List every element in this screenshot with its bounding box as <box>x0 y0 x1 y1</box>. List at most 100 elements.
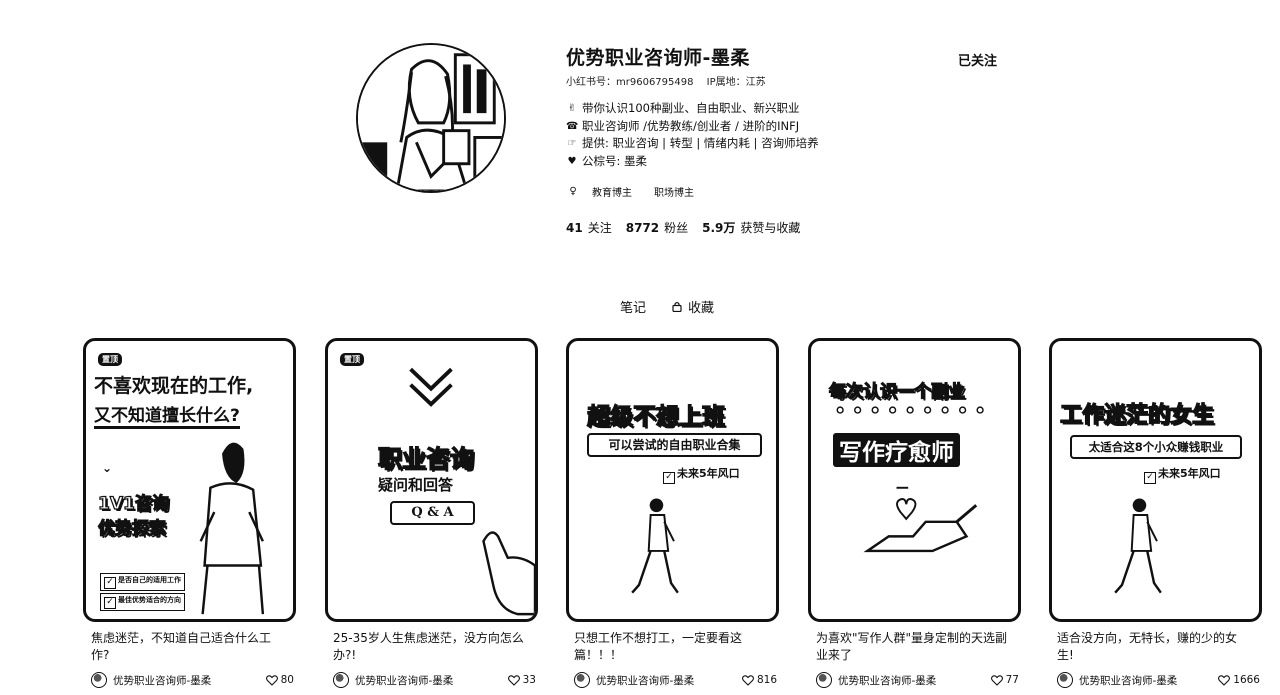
bio-line: ☎ 职业咨询师 /优势教练/创业者 / 进阶的INFJ <box>566 118 819 136</box>
note-cover[interactable]: 工作迷茫的女生 太适合这8个小众赚钱职业 ✓ 未来5年风口 <box>1049 338 1262 622</box>
like-count: 80 <box>280 674 294 686</box>
heart-icon <box>507 674 520 686</box>
note-card[interactable]: 置顶 职业咨询 疑问和回答 Q & A 25-35岁人生焦虑迷茫，没方向怎么办?… <box>325 338 538 688</box>
cover-tagline: ✓ 未来5年风口 <box>663 465 740 484</box>
note-cover[interactable]: 每次认识一个副业 写作疗愈师 <box>808 338 1021 622</box>
note-card[interactable]: 每次认识一个副业 写作疗愈师 为喜欢"写作人群"量身定制的天选副业来了 优势职业… <box>808 338 1021 688</box>
cover-headline: 不喜欢现在的工作, <box>94 375 254 397</box>
like-count: 33 <box>522 674 536 686</box>
cover-checklist-item: ✓ 是否自己的适用工作 <box>100 573 185 591</box>
avatar-illustration <box>358 45 504 191</box>
tagline-text: 未来5年风口 <box>677 467 740 480</box>
note-title[interactable]: 25-35岁人生焦虑迷茫，没方向怎么办?! <box>325 630 538 664</box>
cover-subheadline: 疑问和回答 <box>378 476 454 494</box>
note-title[interactable]: 适合没方向，无特长，赚的少的女生! <box>1049 630 1262 664</box>
like-button[interactable]: 80 <box>265 674 294 686</box>
cover-checklist-item: ✓ 最佳优势适合的方向 <box>100 593 185 611</box>
author-avatar[interactable] <box>91 672 107 688</box>
profile-meta: 小红书号：mr9606795498 IP属地：江苏 <box>566 73 766 88</box>
stat-label: 粉丝 <box>664 221 689 235</box>
heart-icon <box>990 674 1003 686</box>
like-button[interactable]: 1666 <box>1218 674 1260 686</box>
author-name[interactable]: 优势职业咨询师-墨柔 <box>596 673 742 688</box>
checkbox-icon: ✓ <box>104 597 116 609</box>
like-count: 1666 <box>1233 674 1260 686</box>
tab-notes[interactable]: 笔记 <box>620 297 646 316</box>
checkbox-icon: ✓ <box>1144 472 1156 484</box>
profile-bio: ✌ 带你认识100种副业、自由职业、新兴职业 ☎ 职业咨询师 /优势教练/创业者… <box>566 100 819 170</box>
author-name[interactable]: 优势职业咨询师-墨柔 <box>1079 673 1218 688</box>
cover-headline: 工作迷茫的女生 <box>1059 402 1215 428</box>
cover-subheadline: 优势探索 <box>97 518 166 539</box>
profile-stats: 41 关注 8772 粉丝 5.9万 获赞与收藏 <box>566 219 814 236</box>
double-chevron-icon: ⌄ <box>102 461 113 475</box>
stat-following[interactable]: 41 关注 <box>566 219 612 236</box>
cover-headline: 超级不想上班 <box>586 403 725 430</box>
note-title[interactable]: 只想工作不想打工，一定要看这篇！！！ <box>566 630 779 664</box>
like-button[interactable]: 33 <box>507 674 536 686</box>
profile-tags: ♀ 教育博主 职场博主 <box>566 184 716 199</box>
profile-avatar[interactable] <box>356 43 506 193</box>
checklist-text: 是否自己的适用工作 <box>118 576 181 584</box>
heart-icon: ♥ <box>567 155 577 167</box>
bio-text: 职业咨询师 /优势教练/创业者 / 进阶的INFJ <box>582 118 800 133</box>
phone-icon: ☎ <box>566 120 579 132</box>
bio-text: 提供: 职业咨询 | 转型 | 情绪内耗 | 咨询师培养 <box>582 136 819 150</box>
note-card[interactable]: 置顶 不喜欢现在的工作, 又不知道擅长什么? ⌄ 1V1咨询 优势探索 ✓ 是否自… <box>83 338 296 688</box>
author-name[interactable]: 优势职业咨询师-墨柔 <box>355 673 508 688</box>
tag-education-blogger[interactable]: 教育博主 <box>592 184 632 199</box>
author-name[interactable]: 优势职业咨询师-墨柔 <box>838 673 991 688</box>
like-button[interactable]: 77 <box>990 674 1019 686</box>
note-card[interactable]: 超级不想上班 可以尝试的自由职业合集 ✓ 未来5年风口 只想工作不想打工，一定要看… <box>566 338 779 688</box>
bio-text: 公棕号: 墨柔 <box>582 153 648 168</box>
content-tabs: 笔记 收藏 <box>620 297 714 316</box>
cover-headline: 每次认识一个副业 <box>828 381 965 402</box>
cover-subheadline: 太适合这8个小众赚钱职业 <box>1070 435 1242 459</box>
checkbox-icon: ✓ <box>663 472 675 484</box>
note-footer: 优势职业咨询师-墨柔 77 <box>808 672 1021 688</box>
bio-line: ✌ 带你认识100种副业、自由职业、新兴职业 <box>566 100 819 118</box>
bio-line: ☞ 提供: 职业咨询 | 转型 | 情绪内耗 | 咨询师培养 <box>566 135 819 153</box>
stat-label: 获赞与收藏 <box>740 221 801 235</box>
tag-workplace-blogger[interactable]: 职场博主 <box>654 184 694 199</box>
cover-qa-box: Q & A <box>390 501 475 525</box>
cover-subheadline: 可以尝试的自由职业合集 <box>587 433 762 457</box>
cover-subheadline: 1V1咨询 <box>97 493 169 514</box>
tab-label: 收藏 <box>688 301 715 316</box>
author-avatar[interactable] <box>333 672 349 688</box>
cover-headline: 又不知道擅长什么? <box>94 401 240 429</box>
like-count: 816 <box>756 674 777 686</box>
pinned-badge: 置顶 <box>340 353 364 366</box>
heart-icon <box>741 674 754 686</box>
author-name[interactable]: 优势职业咨询师-墨柔 <box>113 673 266 688</box>
bio-line: ♥ 公棕号: 墨柔 <box>566 153 819 171</box>
tab-label: 笔记 <box>620 301 647 316</box>
note-cover[interactable]: 置顶 不喜欢现在的工作, 又不知道擅长什么? ⌄ 1V1咨询 优势探索 ✓ 是否自… <box>83 338 296 622</box>
note-title[interactable]: 焦虑迷茫，不知道自己适合什么工作? <box>83 630 296 664</box>
checkbox-icon: ✓ <box>104 577 116 589</box>
author-avatar[interactable] <box>574 672 590 688</box>
stat-label: 关注 <box>587 221 612 235</box>
lock-icon <box>672 301 682 312</box>
follow-button[interactable]: 已关注 <box>958 50 997 69</box>
like-button[interactable]: 816 <box>741 674 777 686</box>
note-cover[interactable]: 置顶 职业咨询 疑问和回答 Q & A <box>325 338 538 622</box>
heart-icon <box>1218 674 1231 686</box>
female-icon: ♀ <box>569 186 577 197</box>
tab-collections[interactable]: 收藏 <box>672 297 714 316</box>
pointing-hand-icon: ☞ <box>567 138 577 149</box>
stat-likes-collects[interactable]: 5.9万 获赞与收藏 <box>702 219 800 236</box>
author-avatar[interactable] <box>816 672 832 688</box>
profile-ip-location: IP属地：江苏 <box>706 77 766 88</box>
checklist-text: 最佳优势适合的方向 <box>118 596 181 604</box>
note-card[interactable]: 工作迷茫的女生 太适合这8个小众赚钱职业 ✓ 未来5年风口 适合没方向，无特长，赚… <box>1049 338 1262 688</box>
note-footer: 优势职业咨询师-墨柔 816 <box>566 672 779 688</box>
stat-followers[interactable]: 8772 粉丝 <box>626 219 688 236</box>
stat-value: 8772 <box>625 221 660 235</box>
cover-subheadline: 写作疗愈师 <box>833 433 960 467</box>
note-cover[interactable]: 超级不想上班 可以尝试的自由职业合集 ✓ 未来5年风口 <box>566 338 779 622</box>
note-footer: 优势职业咨询师-墨柔 1666 <box>1049 672 1262 688</box>
cover-headline: 职业咨询 <box>377 444 474 473</box>
author-avatar[interactable] <box>1057 672 1073 688</box>
note-title[interactable]: 为喜欢"写作人群"量身定制的天选副业来了 <box>808 630 1021 664</box>
